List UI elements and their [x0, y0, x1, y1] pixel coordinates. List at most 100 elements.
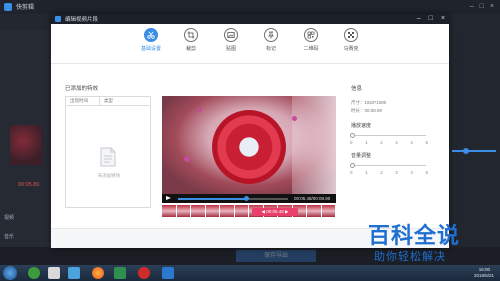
tab-label: 贴图 [225, 46, 236, 52]
tab-label: 标记 [265, 46, 276, 52]
film-frame [162, 205, 177, 217]
dialog-maximize-icon[interactable]: □ [429, 14, 433, 24]
speed-slider-knob[interactable] [350, 132, 355, 138]
document-icon [100, 147, 116, 167]
tick-label: 4 [410, 170, 413, 175]
360-browser-icon[interactable] [28, 267, 40, 279]
track-label-music: 音乐 [4, 234, 15, 240]
zoom-slider-knob[interactable] [463, 148, 469, 154]
empty-list-text: 未添加特效 [97, 173, 121, 178]
speed-label: 播放速度 [351, 123, 372, 129]
track-label-video: 视频 [4, 215, 15, 221]
speed-slider[interactable] [352, 135, 426, 136]
filmstrip[interactable] [162, 205, 336, 217]
tab-label: 基础设置 [140, 46, 161, 52]
crop-icon [184, 28, 198, 42]
tab-bar: 基础设置 裁剪 贴图 标记 二维码 马赛克 [51, 24, 449, 64]
start-button-icon[interactable] [3, 266, 17, 280]
edit-clip-dialog: 编辑视频片段 – □ × 基础设置 裁剪 贴图 标记 二维码 马赛克 已添加的特… [51, 14, 449, 248]
pin-icon [264, 28, 278, 42]
film-frame [191, 205, 206, 217]
film-frame [321, 205, 336, 217]
app-icon[interactable] [68, 267, 80, 279]
zoom-slider[interactable] [452, 150, 496, 152]
watermark-subtitle: 助你轻松解决 [374, 250, 446, 263]
tab-label: 马赛克 [343, 46, 359, 52]
tick-label: 1 [365, 140, 368, 145]
tab-mark[interactable]: 标记 [256, 28, 286, 52]
clock-date: 2018/6/21 [473, 273, 494, 278]
tick-label: 4 [410, 140, 413, 145]
tick-label: 0 [350, 170, 353, 175]
info-label: 信息 [351, 86, 363, 92]
close-icon[interactable]: × [490, 3, 494, 10]
video-detail [198, 108, 202, 112]
effects-list[interactable]: 出现时间 类型 未添加特效 [65, 96, 151, 208]
explorer-icon[interactable] [48, 267, 60, 279]
dialog-close-icon[interactable]: × [441, 14, 445, 24]
app-titlebar: 快剪辑 – □ × [0, 0, 500, 14]
tick-label: 5 [425, 140, 428, 145]
tick-label: 1 [365, 170, 368, 175]
progress-fill [178, 198, 247, 200]
app-title: 快剪辑 [16, 5, 35, 11]
progress-knob[interactable] [243, 196, 249, 201]
tick-label: 2 [380, 140, 383, 145]
film-frame [220, 205, 235, 217]
dialog-titlebar: 编辑视频片段 – □ × [51, 14, 449, 24]
tab-mosaic[interactable]: 马赛克 [336, 28, 366, 52]
tab-label: 裁剪 [185, 46, 196, 52]
app-logo-icon [4, 3, 12, 11]
dialog-title: 编辑视频片段 [65, 17, 99, 23]
volume-slider[interactable] [352, 165, 426, 166]
column-type: 类型 [104, 98, 113, 103]
firefox-icon[interactable] [92, 267, 104, 279]
volume-ticks: 0 1 2 3 4 5 [350, 170, 428, 175]
effects-list-header: 出现时间 类型 [66, 97, 150, 106]
watermark-title: 百科全说 [368, 224, 461, 249]
export-button[interactable]: 保存导出 [236, 250, 316, 262]
maximize-icon[interactable]: □ [480, 3, 484, 10]
volume-slider-knob[interactable] [350, 162, 355, 168]
film-frame [176, 205, 191, 217]
player-controls: 00:05.48/00:08.90 [162, 194, 336, 203]
added-effects-label: 已添加的特效 [65, 86, 99, 92]
video-preview[interactable] [162, 96, 336, 194]
scissors-icon [144, 28, 158, 42]
tab-qrcode[interactable]: 二维码 [296, 28, 326, 52]
editor-icon[interactable] [162, 267, 174, 279]
tick-label: 3 [395, 170, 398, 175]
tab-sticker[interactable]: 贴图 [216, 28, 246, 52]
tab-label: 二维码 [303, 46, 319, 52]
speed-ticks: 0 1 2 3 4 5 [350, 140, 428, 145]
video-detail [184, 156, 190, 162]
dialog-window-controls: – □ × [417, 14, 445, 24]
clip-thumbnail[interactable] [10, 125, 42, 165]
dialog-app-icon [55, 16, 61, 22]
qrcode-icon [304, 28, 318, 42]
info-size: 尺寸：1920*1080 [351, 100, 387, 105]
player-icon[interactable] [114, 267, 126, 279]
image-icon [224, 28, 238, 42]
video-detail [292, 116, 297, 121]
app-left-panel: 00:05.80 视频 音乐 配音 [0, 30, 50, 265]
tick-label: 5 [425, 170, 428, 175]
tab-basic-settings[interactable]: 基础设置 [136, 28, 166, 52]
film-frame [205, 205, 220, 217]
minimize-icon[interactable]: – [470, 3, 474, 10]
column-time: 出现时间 [66, 97, 100, 105]
app-timecode: 00:05.80 [18, 182, 40, 188]
video-subject [212, 110, 286, 184]
tick-label: 2 [380, 170, 383, 175]
tab-crop[interactable]: 裁剪 [176, 28, 206, 52]
time-marker[interactable]: ◀ 00:05.48 ▶ [252, 208, 298, 216]
tick-label: 3 [395, 140, 398, 145]
watermark: 百科全说 助你轻松解决 [368, 218, 494, 270]
player-time: 00:05.48/00:08.90 [294, 195, 331, 201]
dialog-minimize-icon[interactable]: – [417, 14, 421, 24]
play-icon[interactable] [166, 196, 171, 200]
progress-bar[interactable] [178, 196, 288, 201]
info-duration: 时长：00:08.90 [351, 108, 383, 113]
record-icon[interactable] [138, 267, 150, 279]
film-frame [307, 205, 322, 217]
